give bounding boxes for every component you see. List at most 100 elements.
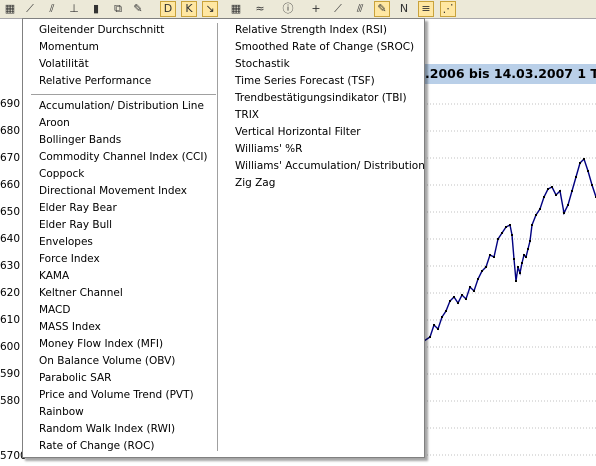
menu-item-macd[interactable]: MACD	[39, 302, 70, 319]
price-point	[555, 194, 557, 196]
multi-line-chart-icon[interactable]: ⫽	[44, 1, 60, 17]
price-point	[509, 224, 511, 226]
menu-item-rate-of-change-roc[interactable]: Rate of Change (ROC)	[39, 438, 155, 455]
pencil-icon[interactable]: ✎	[374, 1, 390, 17]
price-point	[513, 258, 515, 260]
menu-item-zig-zag[interactable]: Zig Zag	[235, 175, 275, 192]
menu-item-elder-ray-bull[interactable]: Elder Ray Bull	[39, 217, 112, 234]
line-chart-icon[interactable]: ⟋	[22, 1, 38, 17]
crosshair-icon[interactable]: +	[308, 1, 324, 17]
price-point	[575, 176, 577, 178]
indicator-icon[interactable]: ↘	[202, 1, 218, 17]
price-point	[429, 336, 431, 338]
price-point	[501, 232, 503, 234]
grid-icon[interactable]: ▦	[228, 1, 244, 17]
y-axis-tick-label: 600	[0, 341, 21, 353]
price-point	[453, 296, 455, 298]
price-point	[469, 286, 471, 288]
trend-icon[interactable]: ⟋	[330, 1, 346, 17]
menu-item-williams-r[interactable]: Williams' %R	[235, 141, 302, 158]
menu-item-gleitender-durchschnitt[interactable]: Gleitender Durchschnitt	[39, 22, 164, 39]
daily-icon[interactable]: D	[160, 1, 176, 17]
menu-item-random-walk-index-rwi[interactable]: Random Walk Index (RWI)	[39, 421, 175, 438]
price-point	[481, 270, 483, 272]
menu-item-momentum[interactable]: Momentum	[39, 39, 99, 56]
price-point	[515, 280, 517, 282]
fibonacci-icon[interactable]: ≡	[418, 1, 434, 17]
price-point	[433, 324, 435, 326]
menu-item-money-flow-index-mfi[interactable]: Money Flow Index (MFI)	[39, 336, 163, 353]
menu-item-directional-movement-index[interactable]: Directional Movement Index	[39, 183, 187, 200]
y-axis-tick-label: 5700	[0, 450, 27, 462]
menu-item-keltner-channel[interactable]: Keltner Channel	[39, 285, 123, 302]
menu-item-on-balance-volume-obv[interactable]: On Balance Volume (OBV)	[39, 353, 175, 370]
menu-item-stochastik[interactable]: Stochastik	[235, 56, 290, 73]
menu-item-trendbest-tigungsindikator-tbi[interactable]: Trendbestätigungsindikator (TBI)	[235, 90, 407, 107]
price-point	[449, 300, 451, 302]
chart-toolbar: ▦ ⟋ ⫽ ⊥ ▮ ⧉ ✎ D K ↘ ▦ ≈ ⓘ + ⟋ ⫻ ✎ N ≡ ⋰	[0, 0, 596, 19]
menu-item-smoothed-rate-of-change-sroc[interactable]: Smoothed Rate of Change (SROC)	[235, 39, 414, 56]
news-icon[interactable]: N	[396, 1, 412, 17]
menu-item-bollinger-bands[interactable]: Bollinger Bands	[39, 132, 121, 149]
price-point	[531, 224, 533, 226]
price-point	[505, 226, 507, 228]
draw-line-icon[interactable]: ✎	[130, 1, 146, 17]
y-axis-tick-label: 650	[0, 206, 21, 218]
menu-item-coppock[interactable]: Coppock	[39, 166, 84, 183]
price-point	[579, 162, 581, 164]
menu-item-time-series-forecast-tsf[interactable]: Time Series Forecast (TSF)	[235, 73, 375, 90]
price-point	[587, 170, 589, 172]
price-point	[529, 240, 531, 242]
price-point	[457, 302, 459, 304]
price-point	[591, 184, 593, 186]
price-point	[583, 158, 585, 160]
menu-item-parabolic-sar[interactable]: Parabolic SAR	[39, 370, 111, 387]
candlestick-icon[interactable]: ▦	[2, 1, 18, 17]
menu-item-kama[interactable]: KAMA	[39, 268, 69, 285]
menu-item-relative-strength-index-rsi[interactable]: Relative Strength Index (RSI)	[235, 22, 387, 39]
zigzag-icon[interactable]: ≈	[252, 1, 268, 17]
price-point	[571, 190, 573, 192]
channel-icon[interactable]: ⫻	[352, 1, 368, 17]
menu-item-mass-index[interactable]: MASS Index	[39, 319, 101, 336]
price-point	[523, 254, 525, 256]
price-point	[511, 234, 513, 236]
y-axis-tick-label: 610	[0, 314, 21, 326]
y-axis-tick-label: 670	[0, 152, 21, 164]
menu-item-elder-ray-bear[interactable]: Elder Ray Bear	[39, 200, 117, 217]
info-icon[interactable]: ⓘ	[280, 1, 296, 17]
price-point	[437, 328, 439, 330]
menu-item-vertical-horizontal-filter[interactable]: Vertical Horizontal Filter	[235, 124, 361, 141]
menu-item-rainbow[interactable]: Rainbow	[39, 404, 84, 421]
menu-item-force-index[interactable]: Force Index	[39, 251, 100, 268]
indicator-menu: Gleitender Durchschnitt Momentum Volatilit…	[22, 18, 425, 458]
price-point	[563, 212, 565, 214]
price-point	[441, 316, 443, 318]
price-point	[461, 294, 463, 296]
price-point	[535, 214, 537, 216]
y-axis-tick-label: 580	[0, 395, 21, 407]
menu-item-relative-performance[interactable]: Relative Performance	[39, 73, 151, 90]
y-axis-tick-label: 620	[0, 287, 21, 299]
price-point	[473, 290, 475, 292]
menu-item-accumulation-distribution-line[interactable]: Accumulation/ Distribution Line	[39, 98, 204, 115]
menu-item-aroon[interactable]: Aroon	[39, 115, 70, 132]
candle-type-icon[interactable]: K	[181, 1, 197, 17]
menu-item-envelopes[interactable]: Envelopes	[39, 234, 93, 251]
price-point	[465, 298, 467, 300]
fan-icon[interactable]: ⋰	[440, 1, 456, 17]
ohlc-chart-icon[interactable]: ⊥	[66, 1, 82, 17]
price-point	[559, 190, 561, 192]
menu-item-williams-accumulation-distribution[interactable]: Williams' Accumulation/ Distribution	[235, 158, 425, 175]
menu-item-trix[interactable]: TRIX	[235, 107, 259, 124]
compare-chart-icon[interactable]: ⧉	[110, 1, 126, 17]
y-axis-tick-label: 690	[0, 98, 21, 110]
price-point	[543, 196, 545, 198]
price-point	[527, 248, 529, 250]
menu-item-price-and-volume-trend-pvt[interactable]: Price and Volume Trend (PVT)	[39, 387, 194, 404]
volume-bars-icon[interactable]: ▮	[88, 1, 104, 17]
menu-item-commodity-channel-index-cci[interactable]: Commodity Channel Index (CCI)	[39, 149, 208, 166]
y-axis-tick-label: 640	[0, 233, 21, 245]
menu-item-volatilit-t[interactable]: Volatilität	[39, 56, 89, 73]
price-point	[517, 266, 519, 268]
